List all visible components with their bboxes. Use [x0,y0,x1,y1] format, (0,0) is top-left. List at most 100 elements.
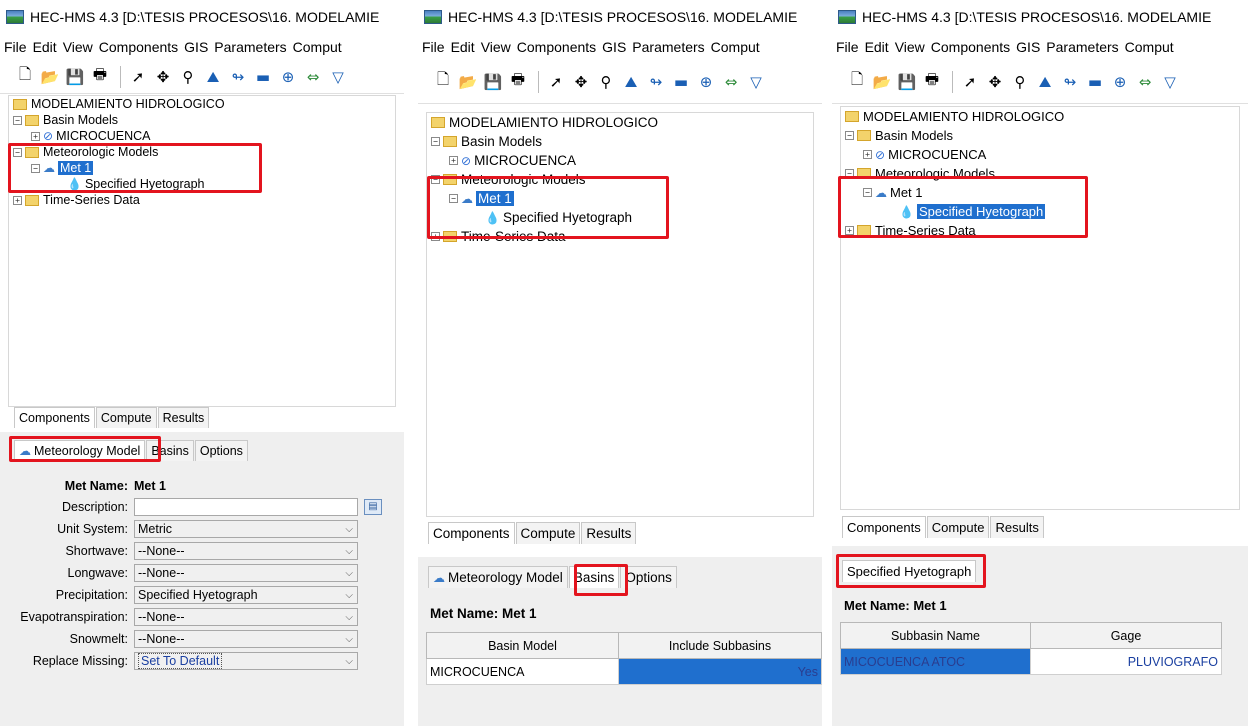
column-header-gage[interactable]: Gage [1030,622,1222,649]
tab-specified-hyetograph[interactable]: Specified Hyetograph [842,560,977,582]
save-icon[interactable]: 💾 [896,71,918,93]
zoom-icon[interactable]: ⚲ [177,66,199,88]
menu-components[interactable]: Components [931,39,1010,55]
reservoir-tool-icon[interactable]: ▬ [670,71,692,93]
unit-system-select[interactable]: Metric ⌵ [134,520,358,538]
tree-specified-hyetograph[interactable]: 💧 Specified Hyetograph [9,176,395,192]
tree-basin-models[interactable]: − Basin Models [427,132,813,151]
tree-specified-hyetograph[interactable]: 💧 Specified Hyetograph [841,202,1239,221]
tab-components[interactable]: Components [14,407,95,428]
tab-basins[interactable]: Basins [568,566,620,588]
arrow-pointer-icon[interactable]: ➚ [959,71,981,93]
junction-tool-icon[interactable]: ⊕ [1109,71,1131,93]
move-icon[interactable]: ✥ [984,71,1006,93]
print-icon[interactable]: 🖶 [921,70,943,93]
save-icon[interactable]: 💾 [482,71,504,93]
description-editor-icon[interactable]: ▤ [364,499,382,515]
menu-file[interactable]: File [4,39,27,55]
arrow-pointer-icon[interactable]: ➚ [545,71,567,93]
gage-cell[interactable]: PLUVIOGRAFO [1030,648,1222,675]
expand-icon[interactable]: + [845,226,854,235]
snowmelt-select[interactable]: --None-- ⌵ [134,630,358,648]
menu-compute[interactable]: Comput [711,39,760,55]
collapse-icon[interactable]: − [31,163,40,173]
tree-root[interactable]: MODELAMIENTO HIDROLOGICO [9,96,395,112]
menu-components[interactable]: Components [99,39,178,55]
diversion-tool-icon[interactable]: ⇔ [1134,71,1156,93]
tree-root[interactable]: MODELAMIENTO HIDROLOGICO [427,113,813,132]
junction-tool-icon[interactable]: ⊕ [277,66,299,88]
tree-microcuenca[interactable]: + ⊘ MICROCUENCA [841,145,1239,164]
subbasin-tool-icon[interactable]: ⛰ [202,66,224,88]
table-row[interactable]: MICROCUENCA Yes [426,658,822,685]
subbasin-tool-icon[interactable]: ⛰ [620,71,642,93]
collapse-icon[interactable]: − [449,194,458,203]
subbasin-tool-icon[interactable]: ⛰ [1034,71,1056,93]
open-folder-icon[interactable]: 📂 [871,71,893,93]
tab-components[interactable]: Components [428,522,515,544]
tab-meteorology-model[interactable]: ☁ Meteorology Model [14,440,146,461]
collapse-icon[interactable]: − [863,188,872,197]
menu-components[interactable]: Components [517,39,596,55]
tree-meteorologic-models[interactable]: − Meteorologic Models [9,144,395,160]
reservoir-tool-icon[interactable]: ▬ [252,66,274,88]
tab-options[interactable]: Options [194,440,248,461]
sink-tool-icon[interactable]: ▽ [1159,71,1181,93]
reservoir-tool-icon[interactable]: ▬ [1084,71,1106,93]
collapse-icon[interactable]: − [845,169,854,178]
tree-microcuenca[interactable]: + ⊘ MICROCUENCA [427,151,813,170]
menu-view[interactable]: View [895,39,925,55]
new-file-icon[interactable]: 🗋 [432,70,454,93]
include-subbasins-cell[interactable]: Yes [618,658,822,685]
tree-time-series[interactable]: + Time-Series Data [427,227,813,246]
menu-edit[interactable]: Edit [865,39,889,55]
tree-specified-hyetograph[interactable]: 💧 Specified Hyetograph [427,208,813,227]
move-icon[interactable]: ✥ [152,66,174,88]
menu-file[interactable]: File [422,39,445,55]
tree-time-series[interactable]: + Time-Series Data [9,192,395,208]
precipitation-select[interactable]: Specified Hyetograph ⌵ [134,586,358,604]
tree-time-series[interactable]: + Time-Series Data [841,221,1239,240]
column-header-subbasin-name[interactable]: Subbasin Name [840,622,1031,649]
print-icon[interactable]: 🖶 [507,70,529,93]
tab-compute[interactable]: Compute [95,407,157,428]
arrow-pointer-icon[interactable]: ➚ [127,66,149,88]
print-icon[interactable]: 🖶 [89,65,111,88]
diversion-tool-icon[interactable]: ⇔ [720,71,742,93]
tab-results[interactable]: Results [581,522,637,544]
tab-meteorology-model[interactable]: ☁ Meteorology Model [428,566,568,588]
menu-edit[interactable]: Edit [451,39,475,55]
collapse-icon[interactable]: − [13,115,22,125]
sink-tool-icon[interactable]: ▽ [327,66,349,88]
replace-missing-select[interactable]: Set To Default ⌵ [134,652,358,670]
menu-compute[interactable]: Comput [293,39,342,55]
tab-options[interactable]: Options [620,566,677,588]
menu-parameters[interactable]: Parameters [214,39,286,55]
collapse-icon[interactable]: − [431,175,440,184]
menu-parameters[interactable]: Parameters [632,39,704,55]
diversion-tool-icon[interactable]: ⇔ [302,66,324,88]
open-folder-icon[interactable]: 📂 [39,66,61,88]
reach-tool-icon[interactable]: ↬ [1059,71,1081,93]
shortwave-select[interactable]: --None-- ⌵ [134,542,358,560]
tab-compute[interactable]: Compute [515,522,581,544]
subbasin-name-cell[interactable]: MICOCUENCA ATOC [840,648,1031,675]
tree-met1[interactable]: − ☁ Met 1 [9,160,395,176]
new-file-icon[interactable]: 🗋 [14,65,36,88]
tab-compute[interactable]: Compute [926,516,990,538]
zoom-icon[interactable]: ⚲ [1009,71,1031,93]
tree-met1[interactable]: − ☁ Met 1 [841,183,1239,202]
menu-compute[interactable]: Comput [1125,39,1174,55]
collapse-icon[interactable]: − [13,147,22,157]
move-icon[interactable]: ✥ [570,71,592,93]
open-folder-icon[interactable]: 📂 [457,71,479,93]
reach-tool-icon[interactable]: ↬ [227,66,249,88]
tree-meteorologic-models[interactable]: − Meteorologic Models [841,164,1239,183]
collapse-icon[interactable]: − [845,131,854,140]
menu-view[interactable]: View [63,39,93,55]
tree-basin-models[interactable]: − Basin Models [9,112,395,128]
menu-view[interactable]: View [481,39,511,55]
sink-tool-icon[interactable]: ▽ [745,71,767,93]
evapotranspiration-select[interactable]: --None-- ⌵ [134,608,358,626]
tree-microcuenca[interactable]: + ⊘ MICROCUENCA [9,128,395,144]
